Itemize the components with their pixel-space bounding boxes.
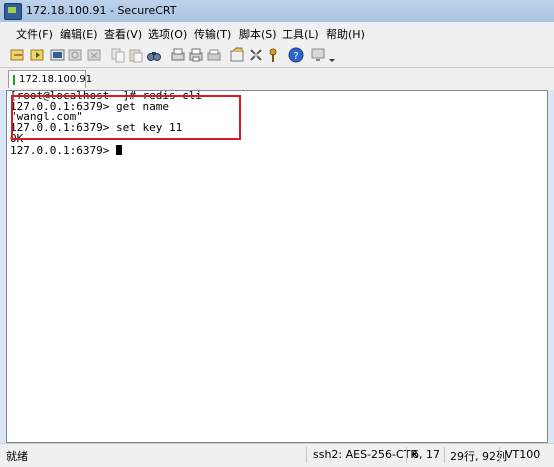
menu-file[interactable]: 文件(F) (16, 26, 53, 42)
status-cursor-position: 6, 17 (412, 448, 440, 461)
global-options-icon[interactable] (248, 47, 264, 63)
connect-icon[interactable] (10, 47, 26, 63)
securecrt-window: 172.18.100.91 - SecureCRT 文件(F) 编辑(E) 查看… (0, 0, 554, 467)
menu-transfer[interactable]: 传输(T) (194, 26, 231, 42)
menu-script[interactable]: 脚本(S) (239, 26, 277, 42)
menu-bar: 文件(F) 编辑(E) 查看(V) 选项(O) 传输(T) 脚本(S) 工具(L… (0, 22, 554, 44)
menu-options[interactable]: 选项(O) (148, 26, 187, 42)
print-icon[interactable] (188, 47, 204, 63)
window-title: 172.18.100.91 - SecureCRT (26, 4, 177, 17)
terminal-frame: [root@localhost ~]# redis-cli 127.0.0.1:… (6, 90, 548, 443)
status-bar: 就绪 ssh2: AES-256-CTR 6, 17 29行, 92列 VT10… (0, 443, 554, 467)
find-icon[interactable] (146, 47, 162, 63)
status-divider (499, 447, 500, 463)
tab-session[interactable]: 172.18.100.91 (8, 70, 92, 88)
copy-icon[interactable] (110, 47, 126, 63)
connect-tab-icon[interactable] (50, 47, 66, 63)
status-ready: 就绪 (6, 450, 28, 463)
toolbar-overflow-icon[interactable] (328, 47, 336, 63)
session-options-icon[interactable] (229, 47, 245, 63)
menu-tools[interactable]: 工具(L) (282, 26, 319, 42)
securecrt-app-icon (4, 3, 22, 20)
terminal-output[interactable]: [root@localhost ~]# redis-cli 127.0.0.1:… (10, 90, 546, 441)
keymap-icon[interactable] (265, 47, 281, 63)
paste-icon[interactable] (128, 47, 144, 63)
print-setup-icon[interactable] (170, 47, 186, 63)
terminal-prompt: 127.0.0.1:6379> (10, 143, 116, 157)
status-cipher: ssh2: AES-256-CTR (313, 448, 419, 461)
terminal-cursor (115, 144, 122, 155)
quick-connect-icon[interactable] (30, 47, 46, 63)
menu-view[interactable]: 查看(V) (104, 26, 142, 42)
status-terminal-type: VT100 (505, 448, 541, 461)
svg-text:?: ? (293, 51, 298, 62)
session-tab-bar: 172.18.100.91 (0, 68, 554, 90)
help-icon[interactable]: ? (288, 47, 304, 63)
disconnect-icon[interactable] (86, 47, 102, 63)
title-bar[interactable]: 172.18.100.91 - SecureCRT (0, 0, 554, 22)
status-divider (306, 447, 307, 463)
reconnect-icon[interactable] (67, 47, 83, 63)
menu-edit[interactable]: 编辑(E) (60, 26, 98, 42)
toolbar: ? (0, 43, 554, 68)
terminal-prompt-line: 127.0.0.1:6379> (10, 143, 122, 157)
monitor-icon[interactable] (310, 47, 326, 63)
menu-help[interactable]: 帮助(H) (326, 26, 365, 42)
print-screen-icon[interactable] (206, 47, 222, 63)
status-divider (444, 447, 445, 463)
highlight-box (11, 95, 241, 140)
status-divider (406, 447, 407, 463)
